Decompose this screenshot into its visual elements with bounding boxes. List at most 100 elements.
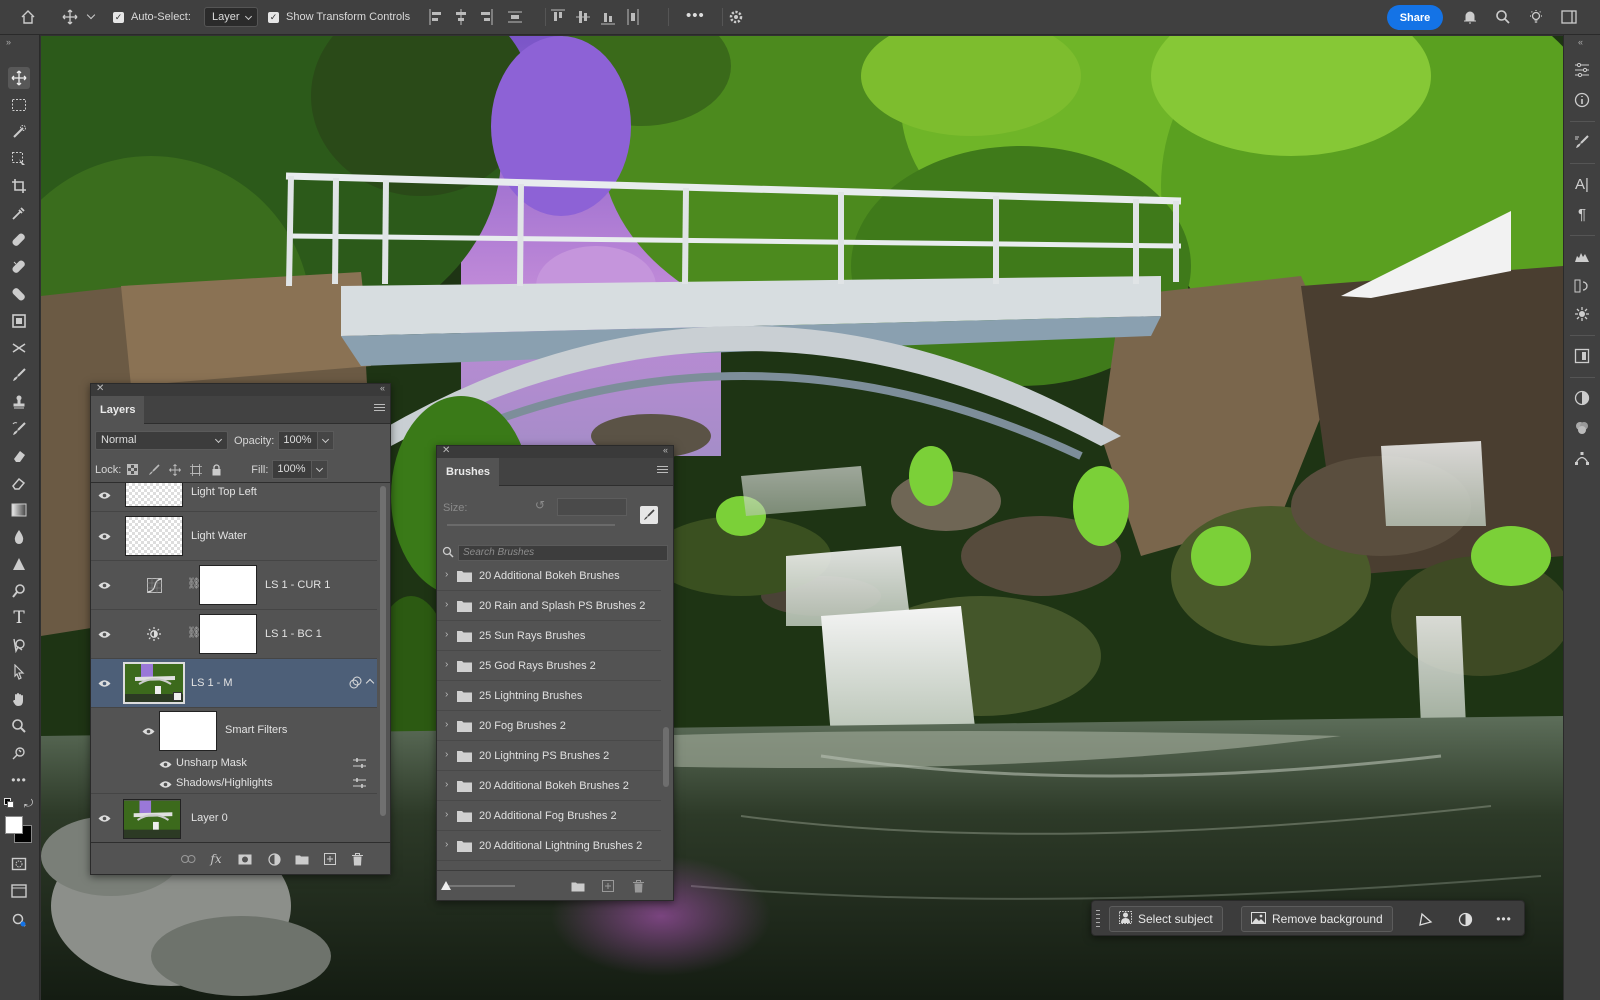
brush-folder-row[interactable]: › 20 Fog Brushes 2 [437,711,661,741]
chevron-right-icon[interactable]: › [445,629,448,640]
brush-tool-icon[interactable] [8,364,30,386]
adjustment-layer-icon[interactable] [1455,909,1475,929]
lock-artboard-icon[interactable] [187,461,204,478]
quick-mask-icon[interactable] [8,853,30,875]
visibility-eye-icon[interactable] [158,777,172,791]
frame-tool-icon[interactable] [8,310,30,332]
layers-scrollbar[interactable] [379,486,387,836]
visibility-eye-icon[interactable] [141,724,155,738]
filter-row-shadows-highlights[interactable]: Shadows/Highlights [91,774,377,794]
path-selection-tool-icon[interactable] [8,634,30,656]
properties-icon[interactable] [1571,59,1593,81]
brush-folder-row[interactable]: › 20 Additional Fog Brushes 2 [437,801,661,831]
fill-input[interactable]: 100% [272,460,313,479]
smart-filter-toggle-icon[interactable] [349,676,362,692]
chevron-right-icon[interactable]: › [445,839,448,850]
hand-tool-icon[interactable] [8,688,30,710]
channels-icon[interactable] [1571,417,1593,439]
eyedropper-tool-icon[interactable] [8,202,30,224]
clone-stamp-tool-icon[interactable] [8,391,30,413]
bell-icon[interactable] [1459,6,1481,28]
visibility-eye-icon[interactable] [158,757,172,771]
visibility-eye-icon[interactable] [97,627,111,641]
align-top-icon[interactable] [550,8,566,26]
character-panel-icon[interactable]: A| [1571,173,1593,195]
type-tool-icon[interactable]: T [8,607,30,629]
mask-shape-icon[interactable] [1415,909,1435,929]
gradient-tool-icon[interactable] [8,499,30,521]
tool-preset-chevron-icon[interactable] [86,10,96,20]
gear-icon[interactable] [727,8,745,26]
toolbar-collapse-icon[interactable]: » [6,37,11,47]
brush-size-input[interactable] [557,498,627,516]
chevron-right-icon[interactable]: › [445,749,448,760]
distribute-vertical-icon[interactable] [507,8,523,26]
marquee-tool-icon[interactable] [8,94,30,116]
drag-handle-icon[interactable] [1096,910,1101,928]
object-selection-tool-icon[interactable] [8,121,30,143]
lock-all-icon[interactable] [208,461,225,478]
align-left-icon[interactable] [428,8,444,26]
screen-mode-icon[interactable] [8,880,30,902]
tab-brushes[interactable]: Brushes [437,458,500,486]
chevron-right-icon[interactable]: › [445,689,448,700]
align-center-h-icon[interactable] [453,8,469,26]
opacity-input[interactable]: 100% [278,431,319,450]
auto-select-dropdown[interactable]: Layer [204,7,258,27]
brushes-panel-titlebar[interactable]: ✕ « [437,445,673,458]
adjustments-icon[interactable] [1571,387,1593,409]
brush-folder-row[interactable]: › 25 Sun Rays Brushes [437,621,661,651]
info-icon[interactable] [1571,89,1593,111]
brush-settings-icon[interactable] [1571,131,1593,153]
distribute-horizontal-icon[interactable] [625,8,641,26]
chevron-up-icon[interactable] [365,678,375,688]
show-transform-checkbox[interactable]: ✓ [268,11,279,23]
add-mask-icon[interactable] [237,851,253,867]
remove-background-button[interactable]: Remove background [1241,906,1393,932]
brush-folder-row[interactable]: › 20 Additional Bokeh Brushes [437,564,661,591]
libraries-icon[interactable] [1571,345,1593,367]
new-adjustment-layer-icon[interactable] [266,851,282,867]
brush-folder-row[interactable]: › 20 Additional Lightning Brushes 2 [437,831,661,861]
new-layer-icon[interactable] [322,851,338,867]
layer-row-curves[interactable]: ⛓ LS 1 - CUR 1 [91,561,377,610]
visibility-eye-icon[interactable] [97,529,111,543]
chevron-right-icon[interactable]: › [445,599,448,610]
brush-folder-row[interactable]: › 25 God Rays Brushes 2 [437,651,661,681]
lock-position-icon[interactable] [166,461,183,478]
eraser-tool-icon[interactable] [8,445,30,467]
visibility-eye-icon[interactable] [97,578,111,592]
move-tool-icon[interactable] [8,67,30,89]
smart-filters-row[interactable]: Smart Filters [91,708,377,754]
layer-row-selected[interactable]: LS 1 - M [91,659,377,708]
visibility-eye-icon[interactable] [97,488,111,502]
align-middle-icon[interactable] [575,8,591,26]
collapse-icon[interactable]: « [663,445,668,455]
direct-selection-icon[interactable] [8,661,30,683]
adjust-icon[interactable] [1571,303,1593,325]
align-bottom-icon[interactable] [600,8,616,26]
reset-size-icon[interactable]: ↺ [535,498,545,512]
layer-row-light-top-left[interactable]: Light Top Left [91,483,377,512]
blur-tool-icon[interactable] [8,526,30,548]
blend-mode-dropdown[interactable]: Normal [95,431,228,450]
move-tool-icon[interactable] [59,6,81,28]
default-colors-icon[interactable] [4,798,14,808]
brushes-scrollbar[interactable] [662,571,670,861]
more-options-icon[interactable]: ••• [1494,909,1514,929]
workspace-icon[interactable] [1558,6,1580,28]
new-folder-icon[interactable] [571,879,585,893]
layers-panel-titlebar[interactable]: ✕ « [91,383,390,396]
dodge-tool-icon[interactable] [8,553,30,575]
collapse-icon[interactable]: « [380,383,385,393]
close-icon[interactable]: ✕ [442,445,450,456]
healing-brush-icon[interactable] [8,283,30,305]
layer-row-light-water[interactable]: Light Water [91,512,377,561]
lightbulb-icon[interactable] [1525,6,1547,28]
more-options-icon[interactable]: ••• [686,8,705,23]
lock-transparent-pixels-icon[interactable] [124,461,141,478]
panel-menu-icon[interactable] [374,404,385,413]
brush-folder-row[interactable]: › 20 Rain and Splash PS Brushes 2 [437,591,661,621]
discover-icon[interactable] [8,909,30,931]
spot-healing-brush-icon[interactable] [8,229,30,251]
